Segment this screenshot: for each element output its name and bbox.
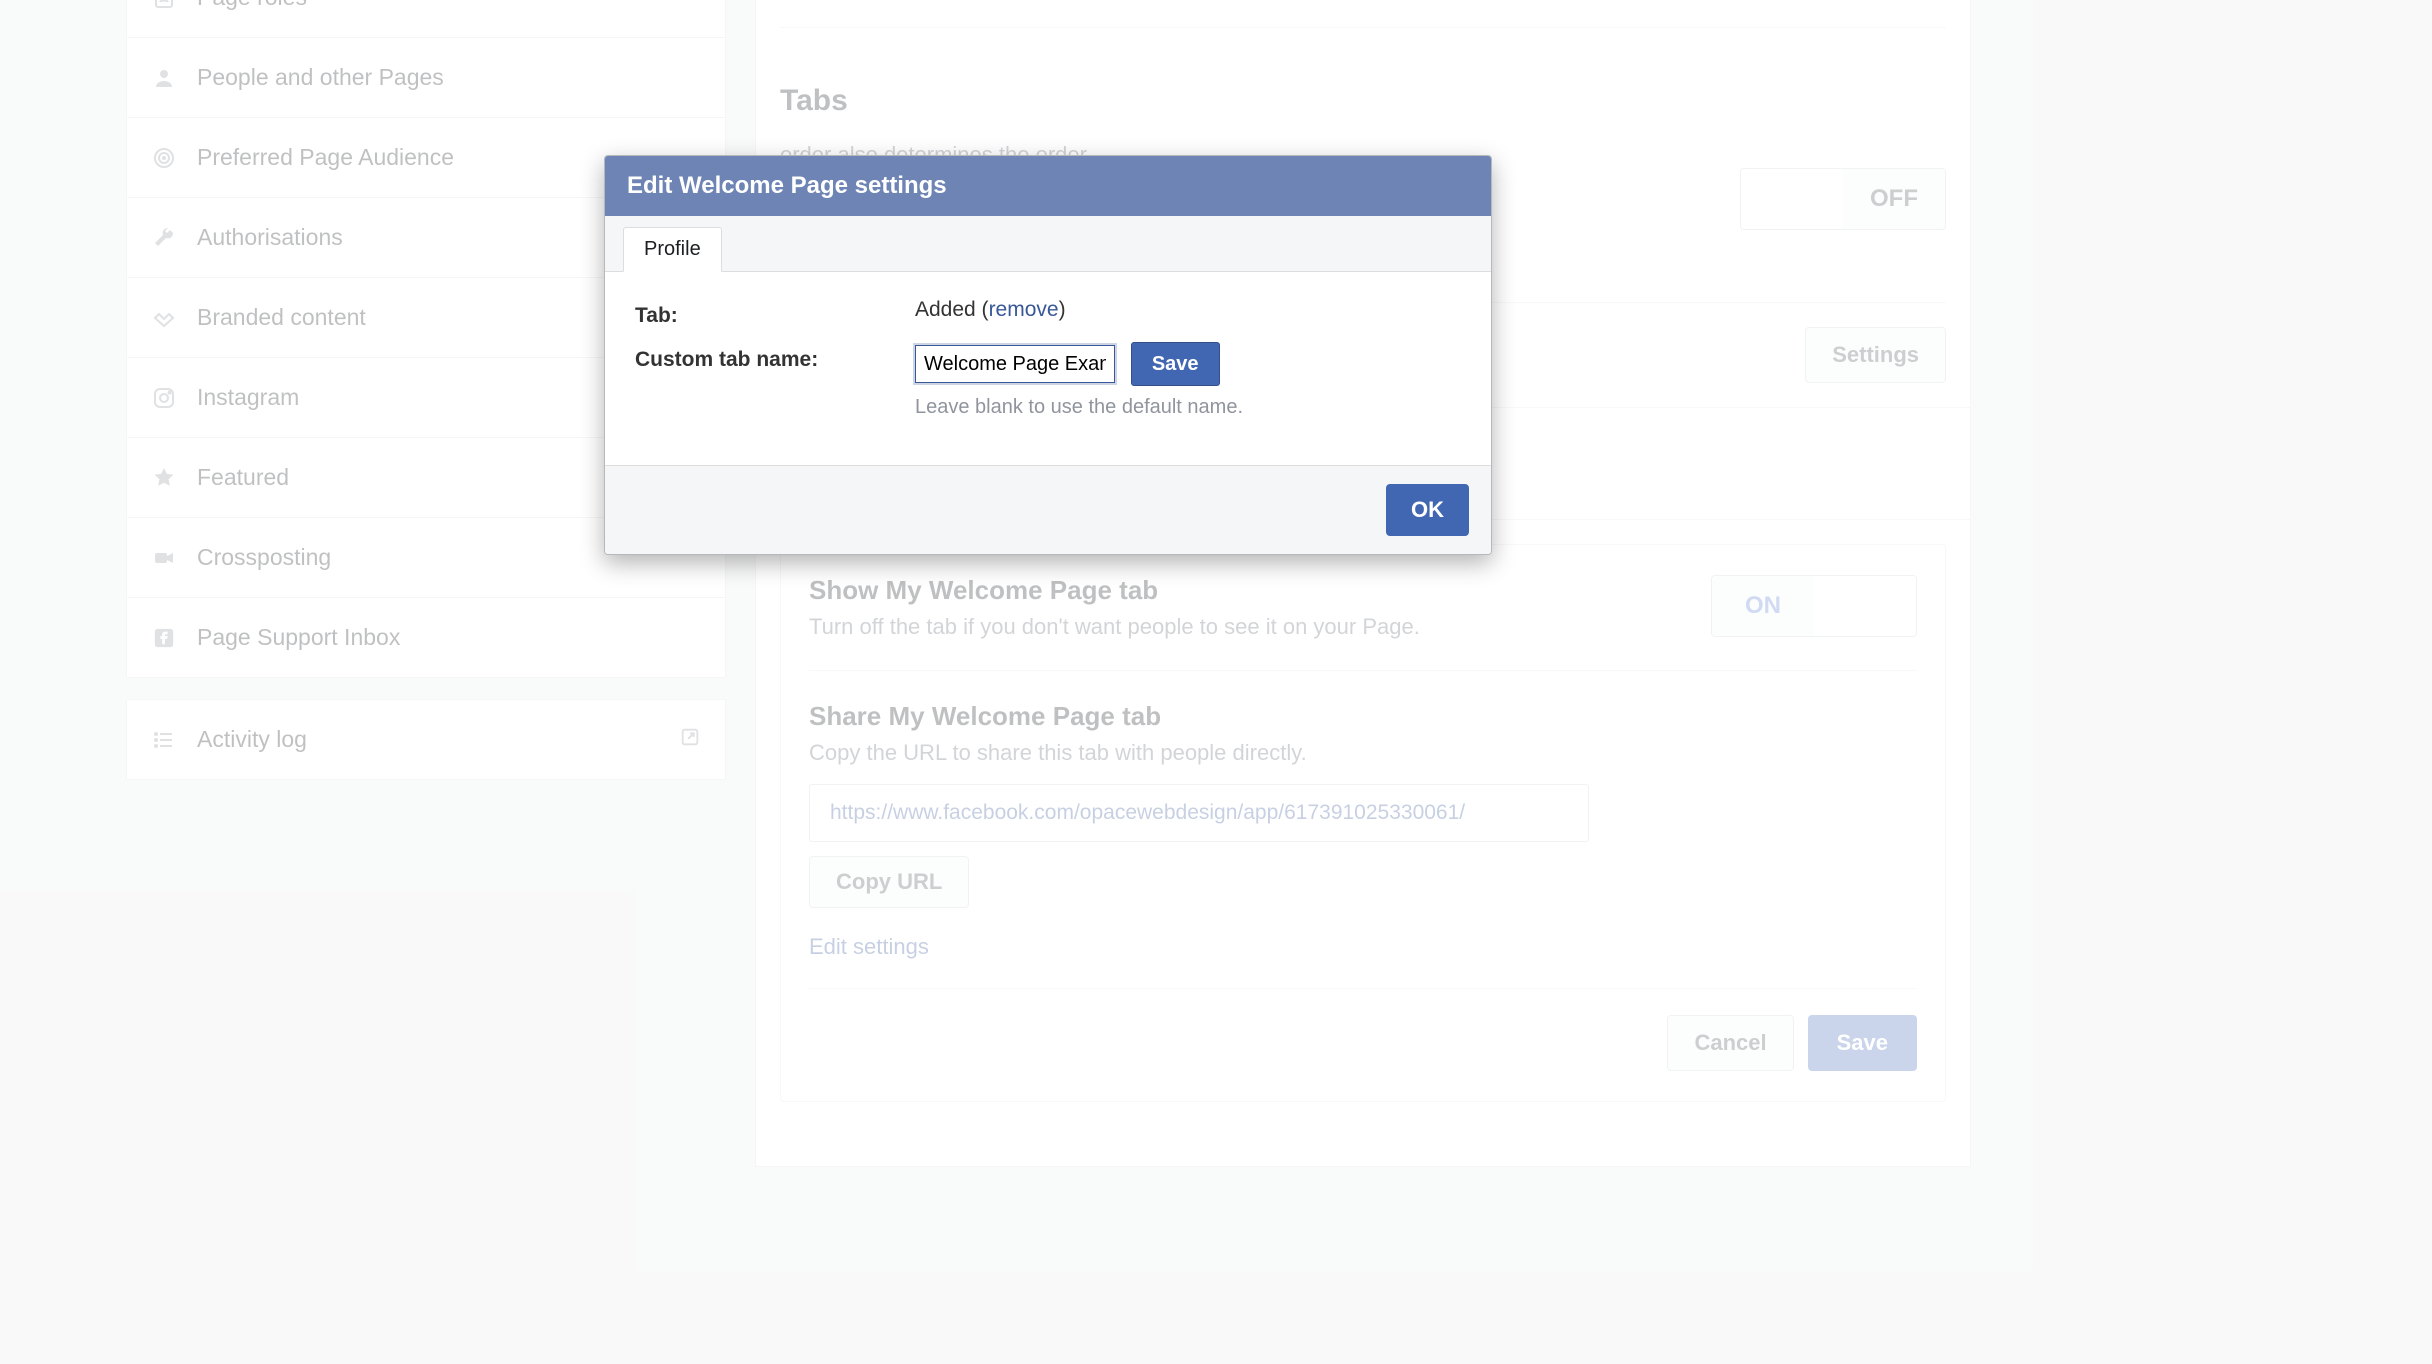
modal-save-button[interactable]: Save <box>1131 342 1220 386</box>
tab-added-prefix: Added ( <box>915 298 989 321</box>
modal-tabstrip: Profile <box>605 216 1491 272</box>
tab-field-label: Tab: <box>635 298 905 328</box>
tab-field-value: Added (remove) <box>915 298 1461 322</box>
modal-title: Edit Welcome Page settings <box>605 156 1491 216</box>
remove-tab-link[interactable]: remove <box>989 298 1059 321</box>
modal-tab-profile[interactable]: Profile <box>623 227 722 272</box>
custom-tab-name-input[interactable] <box>915 345 1115 383</box>
tab-added-suffix: ) <box>1059 298 1066 321</box>
custom-tab-name-helper: Leave blank to use the default name. <box>915 396 1461 419</box>
edit-welcome-page-settings-modal: Edit Welcome Page settings Profile Tab: … <box>604 155 1492 555</box>
modal-ok-button[interactable]: OK <box>1386 484 1469 536</box>
custom-tab-name-label: Custom tab name: <box>635 342 905 372</box>
